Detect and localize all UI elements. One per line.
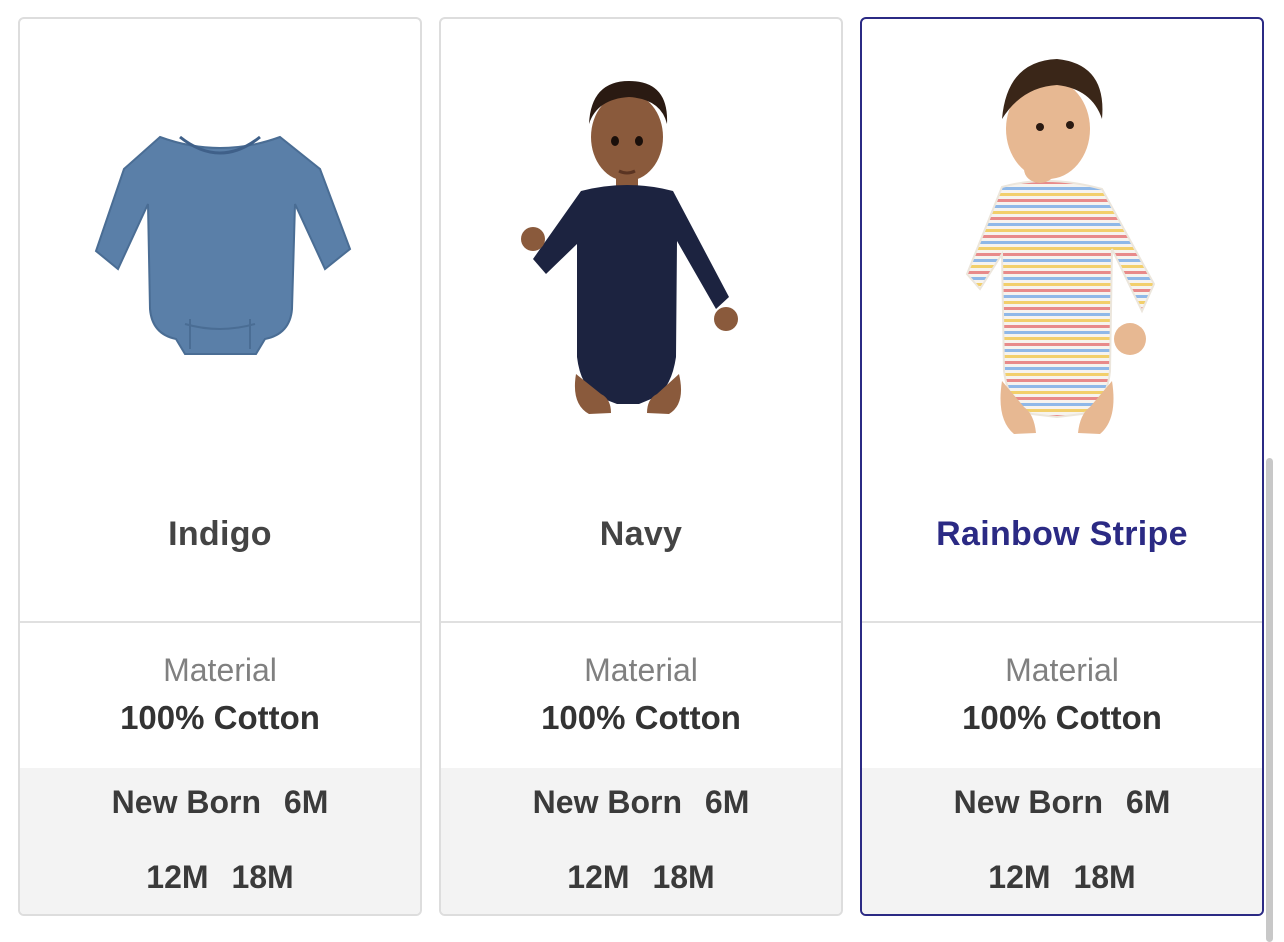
size-options: New Born 6M 12M 18M [441,768,841,914]
size-option[interactable]: 12M [567,859,629,896]
swatch-card-navy[interactable]: Navy Material 100% Cotton New Born 6M 12… [439,17,843,916]
product-image-indigo [20,19,420,479]
product-image-navy [441,19,841,479]
swatch-card-indigo[interactable]: Indigo Material 100% Cotton New Born 6M … [18,17,422,916]
size-option[interactable]: New Born [112,784,261,821]
product-name: Navy [599,515,683,553]
material-label: Material [1005,652,1119,688]
size-option[interactable]: 12M [146,859,208,896]
size-option[interactable]: 6M [705,784,749,821]
size-option[interactable]: 18M [652,859,714,896]
size-option[interactable]: New Born [954,784,1103,821]
size-option[interactable]: 18M [1073,859,1135,896]
material-value: 100% Cotton [120,699,320,736]
material-label: Material [584,652,698,688]
card-divider [862,621,1262,623]
material-value: 100% Cotton [962,699,1162,736]
size-options: New Born 6M 12M 18M [862,768,1262,914]
size-option[interactable]: 6M [284,784,328,821]
size-option[interactable]: 12M [988,859,1050,896]
size-option[interactable]: 6M [1126,784,1170,821]
vertical-scrollbar[interactable] [1266,458,1273,942]
product-image-rainbow-stripe [862,19,1262,479]
size-option[interactable]: New Born [533,784,682,821]
card-divider [20,621,420,623]
card-divider [441,621,841,623]
size-options: New Born 6M 12M 18M [20,768,420,914]
material-value: 100% Cotton [541,699,741,736]
size-option[interactable]: 18M [231,859,293,896]
product-name: Rainbow Stripe [936,515,1188,553]
product-name: Indigo [168,515,272,553]
material-label: Material [163,652,277,688]
swatch-card-rainbow-stripe[interactable]: Rainbow Stripe Material 100% Cotton New … [860,17,1264,916]
